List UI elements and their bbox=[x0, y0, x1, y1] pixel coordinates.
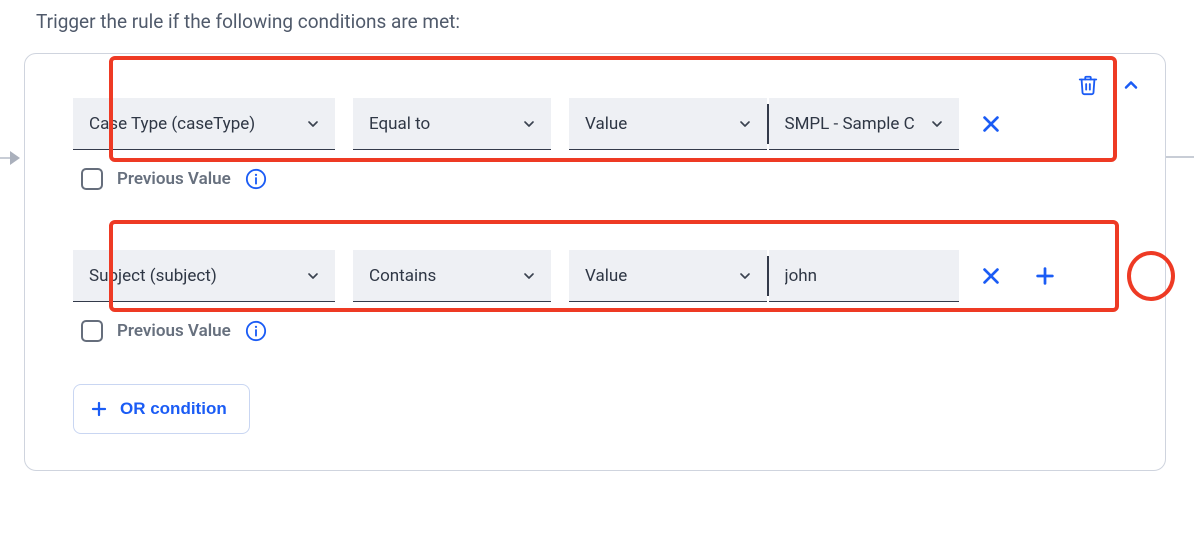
value-divider bbox=[767, 104, 769, 144]
plus-icon bbox=[90, 400, 108, 418]
value-select-label: SMPL - Sample C bbox=[785, 114, 915, 134]
chevron-down-icon bbox=[305, 268, 321, 284]
chevron-down-icon bbox=[521, 268, 537, 284]
value-divider bbox=[767, 256, 769, 296]
chevron-down-icon bbox=[929, 116, 945, 132]
previous-value-option: Previous Value bbox=[81, 168, 1135, 190]
value-type-label: Value bbox=[585, 266, 627, 286]
chevron-down-icon bbox=[521, 116, 537, 132]
close-icon bbox=[980, 265, 1002, 287]
previous-value-checkbox[interactable] bbox=[81, 168, 103, 190]
flow-connector-out bbox=[1166, 156, 1194, 158]
value-group: Value bbox=[569, 250, 959, 302]
value-type-select[interactable]: Value bbox=[569, 250, 767, 302]
value-input[interactable] bbox=[769, 250, 959, 302]
field-select[interactable]: Subject (subject) bbox=[73, 250, 335, 302]
previous-value-option: Previous Value bbox=[81, 320, 1135, 342]
operator-select-label: Contains bbox=[369, 266, 436, 286]
trash-icon bbox=[1077, 74, 1099, 96]
chevron-down-icon bbox=[737, 268, 753, 284]
rule-conditions-page: Trigger the rule if the following condit… bbox=[0, 0, 1194, 534]
operator-select[interactable]: Contains bbox=[353, 250, 551, 302]
add-or-condition-button[interactable]: OR condition bbox=[73, 384, 250, 434]
condition-row: Case Type (caseType) Equal to Value SMPL… bbox=[73, 98, 1135, 150]
condition-row-wrapper-2: Subject (subject) Contains Value bbox=[73, 250, 1135, 342]
value-type-label: Value bbox=[585, 114, 627, 134]
info-icon[interactable] bbox=[245, 320, 267, 342]
flow-connector-in bbox=[0, 152, 20, 164]
chevron-down-icon bbox=[305, 116, 321, 132]
value-group: Value SMPL - Sample C bbox=[569, 98, 959, 150]
remove-condition-button[interactable] bbox=[977, 110, 1005, 138]
collapse-button[interactable] bbox=[1121, 75, 1141, 95]
section-heading: Trigger the rule if the following condit… bbox=[36, 10, 1194, 33]
flow-line bbox=[0, 157, 10, 159]
close-icon bbox=[980, 113, 1002, 135]
condition-row-wrapper-1: Case Type (caseType) Equal to Value SMPL… bbox=[73, 98, 1135, 190]
field-select-label: Case Type (caseType) bbox=[89, 114, 255, 134]
remove-condition-button[interactable] bbox=[977, 262, 1005, 290]
value-type-select[interactable]: Value bbox=[569, 98, 767, 150]
add-condition-button[interactable] bbox=[1023, 254, 1067, 298]
value-select[interactable]: SMPL - Sample C bbox=[769, 98, 959, 150]
info-icon[interactable] bbox=[245, 168, 267, 190]
chevron-up-icon bbox=[1121, 75, 1141, 95]
field-select[interactable]: Case Type (caseType) bbox=[73, 98, 335, 150]
panel-actions bbox=[1077, 74, 1141, 96]
field-select-label: Subject (subject) bbox=[89, 266, 217, 286]
delete-group-button[interactable] bbox=[1077, 74, 1099, 96]
condition-row: Subject (subject) Contains Value bbox=[73, 250, 1135, 302]
chevron-down-icon bbox=[737, 116, 753, 132]
operator-select[interactable]: Equal to bbox=[353, 98, 551, 150]
previous-value-label: Previous Value bbox=[117, 169, 231, 189]
or-button-label: OR condition bbox=[120, 399, 227, 419]
previous-value-label: Previous Value bbox=[117, 321, 231, 341]
operator-select-label: Equal to bbox=[369, 114, 430, 134]
plus-icon bbox=[1034, 265, 1056, 287]
conditions-panel: Case Type (caseType) Equal to Value SMPL… bbox=[24, 53, 1166, 471]
previous-value-checkbox[interactable] bbox=[81, 320, 103, 342]
arrow-right-icon bbox=[10, 151, 20, 165]
